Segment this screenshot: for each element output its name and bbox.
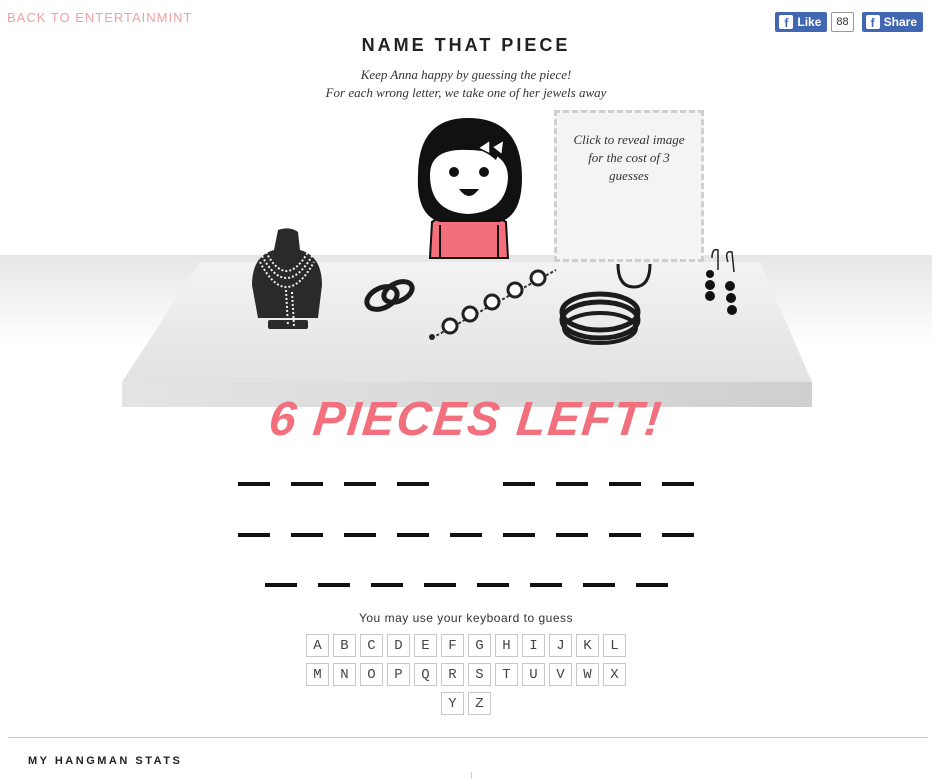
facebook-f-icon: f bbox=[779, 15, 794, 29]
letter-key-r[interactable]: R bbox=[441, 663, 464, 686]
letter-blank bbox=[582, 583, 615, 587]
letter-key-b[interactable]: B bbox=[333, 634, 356, 657]
pieces-left-counter: 6 PIECES LEFT! bbox=[266, 393, 666, 446]
keyboard-hint: You may use your keyboard to guess bbox=[358, 611, 573, 625]
keyboard-row: MNOPQRSTUVWX bbox=[0, 663, 932, 686]
necklace-bust-icon bbox=[252, 228, 322, 329]
letter-blank bbox=[291, 533, 323, 537]
letter-blank bbox=[529, 583, 562, 587]
word-row bbox=[0, 583, 932, 587]
like-count: 88 bbox=[831, 12, 854, 32]
letter-key-j[interactable]: J bbox=[549, 634, 572, 657]
word-row bbox=[0, 482, 932, 486]
letter-key-p[interactable]: P bbox=[387, 663, 410, 686]
letter-blank bbox=[397, 533, 429, 537]
letter-key-i[interactable]: I bbox=[522, 634, 545, 657]
share-label: Share bbox=[883, 15, 917, 29]
letter-blank bbox=[238, 482, 270, 486]
letter-blank bbox=[503, 533, 535, 537]
letter-blank bbox=[450, 533, 482, 537]
letter-key-c[interactable]: C bbox=[360, 634, 383, 657]
letter-key-h[interactable]: H bbox=[495, 634, 518, 657]
letter-blank bbox=[662, 482, 694, 486]
hangman-stats-heading: MY HANGMAN STATS bbox=[28, 755, 183, 767]
word-row bbox=[0, 533, 932, 537]
reveal-image-button[interactable]: Click to reveal image for the cost of 3 … bbox=[554, 110, 704, 262]
divider bbox=[8, 737, 928, 738]
letter-blank bbox=[556, 533, 588, 537]
letter-key-a[interactable]: A bbox=[306, 634, 329, 657]
letter-key-k[interactable]: K bbox=[576, 634, 599, 657]
facebook-share-button[interactable]: f Share bbox=[861, 12, 923, 32]
subtitle-line-1: Keep Anna happy by guessing the piece! bbox=[360, 67, 572, 82]
word-gap bbox=[450, 482, 482, 486]
letter-key-y[interactable]: Y bbox=[441, 692, 464, 715]
letter-blank bbox=[370, 583, 403, 587]
letter-key-n[interactable]: N bbox=[333, 663, 356, 686]
letter-blank bbox=[238, 533, 270, 537]
letter-key-e[interactable]: E bbox=[414, 634, 437, 657]
letter-key-o[interactable]: O bbox=[360, 663, 383, 686]
letter-key-x[interactable]: X bbox=[603, 663, 626, 686]
letter-key-m[interactable]: M bbox=[306, 663, 329, 686]
back-to-entertainmint-link[interactable]: BACK TO ENTERTAINMINT bbox=[7, 10, 192, 25]
letter-key-v[interactable]: V bbox=[549, 663, 572, 686]
divider-tick bbox=[471, 772, 472, 779]
letter-blank bbox=[423, 583, 456, 587]
table-top bbox=[122, 262, 812, 382]
letter-blank bbox=[503, 482, 535, 486]
letter-blank bbox=[635, 583, 668, 587]
letter-key-d[interactable]: D bbox=[387, 634, 410, 657]
letter-blank bbox=[556, 482, 588, 486]
letter-blank bbox=[476, 583, 509, 587]
letter-blank bbox=[264, 583, 297, 587]
like-label: Like bbox=[797, 15, 822, 29]
letter-blank bbox=[317, 583, 350, 587]
letter-key-w[interactable]: W bbox=[576, 663, 599, 686]
letter-key-t[interactable]: T bbox=[495, 663, 518, 686]
facebook-like-button[interactable]: f Like bbox=[775, 12, 828, 32]
letter-key-g[interactable]: G bbox=[468, 634, 491, 657]
social-buttons: f Like 88 f Share bbox=[775, 12, 923, 32]
letter-blank bbox=[344, 533, 376, 537]
letter-blank bbox=[344, 482, 376, 486]
letter-blank bbox=[291, 482, 323, 486]
keyboard-row: ABCDEFGHIJKL bbox=[0, 634, 932, 657]
facebook-f-icon: f bbox=[865, 15, 880, 29]
letter-blank bbox=[609, 482, 641, 486]
letter-blank bbox=[662, 533, 694, 537]
anna-avatar bbox=[417, 118, 522, 259]
page-title: NAME THAT PIECE bbox=[361, 35, 571, 55]
jewelry-table-scene bbox=[0, 118, 932, 407]
letter-blank bbox=[609, 533, 641, 537]
letter-key-u[interactable]: U bbox=[522, 663, 545, 686]
letter-blank bbox=[397, 482, 429, 486]
letter-key-l[interactable]: L bbox=[603, 634, 626, 657]
letter-key-z[interactable]: Z bbox=[468, 692, 491, 715]
letter-key-f[interactable]: F bbox=[441, 634, 464, 657]
game-subtitle: Keep Anna happy by guessing the piece! F… bbox=[0, 66, 932, 102]
keyboard-row: YZ bbox=[0, 692, 932, 715]
letter-key-q[interactable]: Q bbox=[414, 663, 437, 686]
letter-key-s[interactable]: S bbox=[468, 663, 491, 686]
